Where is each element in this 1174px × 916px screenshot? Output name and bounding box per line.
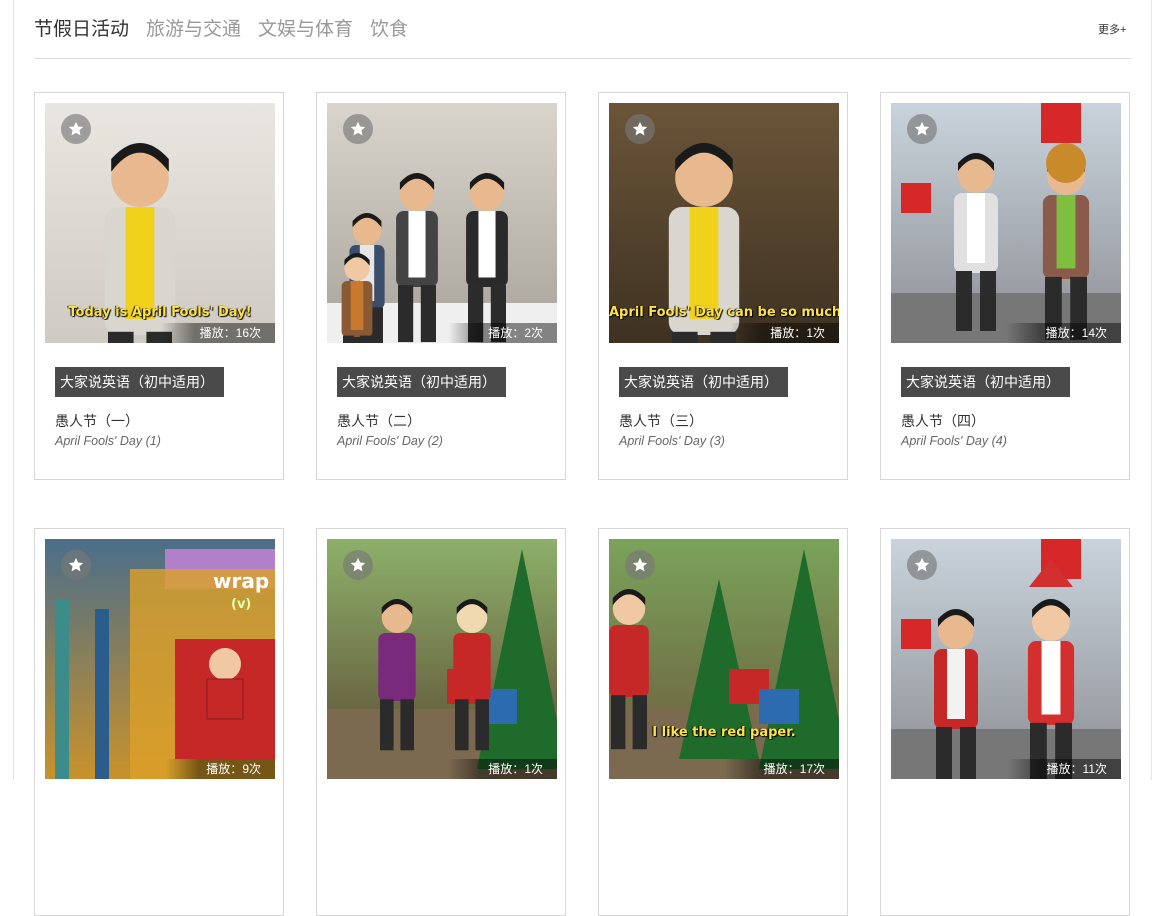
- series-tag[interactable]: 大家说英语（初中适用）: [619, 367, 788, 397]
- play-count: 播放：16次: [159, 323, 275, 343]
- play-count: 播放：14次: [1005, 323, 1121, 343]
- play-count-value: 2次: [524, 326, 543, 340]
- video-subtitle-en: April Fools' Day (3): [619, 434, 725, 448]
- favorite-star-icon[interactable]: [625, 114, 655, 144]
- header-divider: [34, 58, 1131, 59]
- subtitle-caption: Today is April Fools' Day!: [68, 305, 252, 320]
- subtitle-caption: I like the red paper.: [652, 725, 796, 740]
- video-thumbnail[interactable]: April Fools' Day can be so much fu 播放：1次: [609, 103, 839, 343]
- play-count-label: 播放：: [1045, 326, 1082, 340]
- play-count-value: 17次: [799, 762, 825, 776]
- video-card[interactable]: 播放：1次: [316, 528, 566, 916]
- play-count-label: 播放：: [770, 326, 807, 340]
- category-tabs: 节假日活动 旅游与交通 文娱与体育 饮食: [34, 14, 425, 42]
- tab-entertainment-sports[interactable]: 文娱与体育: [258, 14, 353, 41]
- video-thumbnail[interactable]: I like the red paper. 播放：17次: [609, 539, 839, 779]
- video-card[interactable]: 播放：2次 大家说英语（初中适用） 愚人节（二） April Fools' Da…: [316, 92, 566, 480]
- video-thumbnail[interactable]: 播放：2次: [327, 103, 557, 343]
- video-thumbnail[interactable]: Today is April Fools' Day! 播放：16次: [45, 103, 275, 343]
- play-count: 播放：11次: [1006, 759, 1121, 779]
- subtitle-caption: April Fools' Day can be so much fu: [609, 305, 839, 320]
- video-subtitle-en: April Fools' Day (2): [337, 434, 443, 448]
- play-count: 播放：9次: [166, 759, 275, 779]
- favorite-star-icon[interactable]: [907, 114, 937, 144]
- play-count-value: 16次: [235, 326, 261, 340]
- play-count-label: 播放：: [488, 762, 525, 776]
- play-count-value: 1次: [524, 762, 543, 776]
- play-count-value: 11次: [1082, 762, 1107, 776]
- play-count-label: 播放：: [199, 326, 236, 340]
- video-card[interactable]: 播放：14次 大家说英语（初中适用） 愚人节（四） April Fools' D…: [880, 92, 1130, 480]
- video-thumbnail[interactable]: 播放：11次: [891, 539, 1121, 779]
- tab-travel-transport[interactable]: 旅游与交通: [146, 14, 241, 41]
- play-count-value: 1次: [806, 326, 825, 340]
- series-tag[interactable]: 大家说英语（初中适用）: [55, 367, 224, 397]
- favorite-star-icon[interactable]: [343, 114, 373, 144]
- favorite-star-icon[interactable]: [343, 550, 373, 580]
- favorite-star-icon[interactable]: [907, 550, 937, 580]
- vocab-part-of-speech: (v): [231, 597, 252, 612]
- video-thumbnail[interactable]: 播放：14次: [891, 103, 1121, 343]
- favorite-star-icon[interactable]: [61, 550, 91, 580]
- series-tag[interactable]: 大家说英语（初中适用）: [901, 367, 1070, 397]
- video-subtitle-en: April Fools' Day (4): [901, 434, 1007, 448]
- play-count-label: 播放：: [1046, 762, 1083, 776]
- play-count-label: 播放：: [488, 326, 525, 340]
- play-count-value: 14次: [1081, 326, 1107, 340]
- video-title[interactable]: 愚人节（四）: [901, 411, 985, 431]
- play-count: 播放：2次: [448, 323, 557, 343]
- play-count: 播放：17次: [723, 759, 839, 779]
- video-title[interactable]: 愚人节（二）: [337, 411, 421, 431]
- video-thumbnail[interactable]: 播放：1次: [327, 539, 557, 779]
- vocab-word: wrap: [213, 569, 270, 593]
- play-count-label: 播放：: [206, 762, 243, 776]
- video-card[interactable]: Today is April Fools' Day! 播放：16次 大家说英语（…: [34, 92, 284, 480]
- video-card[interactable]: April Fools' Day can be so much fu 播放：1次…: [598, 92, 848, 480]
- more-link[interactable]: 更多+: [1098, 21, 1126, 37]
- play-count: 播放：1次: [730, 323, 839, 343]
- favorite-star-icon[interactable]: [625, 550, 655, 580]
- video-card[interactable]: wrap (v) 播放：9次: [34, 528, 284, 916]
- play-count-value: 9次: [242, 762, 261, 776]
- tab-holiday-activities[interactable]: 节假日活动: [34, 14, 129, 41]
- play-count: 播放：1次: [448, 759, 557, 779]
- play-count-label: 播放：: [763, 762, 800, 776]
- tab-food[interactable]: 饮食: [370, 14, 408, 41]
- series-tag[interactable]: 大家说英语（初中适用）: [337, 367, 506, 397]
- video-title[interactable]: 愚人节（三）: [619, 411, 703, 431]
- video-card[interactable]: 播放：11次: [880, 528, 1130, 916]
- video-card[interactable]: I like the red paper. 播放：17次: [598, 528, 848, 916]
- video-subtitle-en: April Fools' Day (1): [55, 434, 161, 448]
- favorite-star-icon[interactable]: [61, 114, 91, 144]
- video-thumbnail[interactable]: wrap (v) 播放：9次: [45, 539, 275, 779]
- video-title[interactable]: 愚人节（一）: [55, 411, 139, 431]
